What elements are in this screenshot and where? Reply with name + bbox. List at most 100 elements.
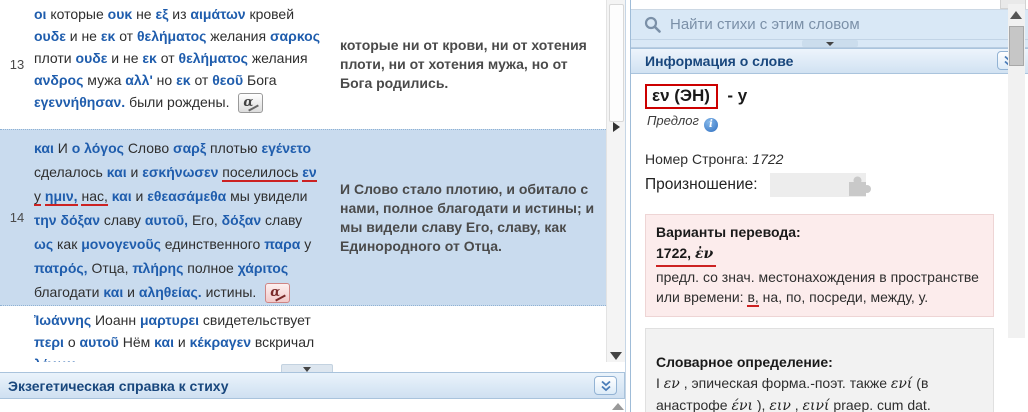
greek-word[interactable]: περι bbox=[34, 334, 64, 350]
greek-word[interactable]: εκ bbox=[101, 28, 115, 44]
scrollbar-up-arrow-icon[interactable] bbox=[1010, 11, 1022, 19]
greek-word[interactable]: θελήματος bbox=[137, 28, 206, 44]
greek-term: εν bbox=[664, 376, 680, 392]
russian-gloss: от bbox=[119, 28, 133, 44]
scrollbar-thumb[interactable] bbox=[609, 4, 624, 122]
greek-word[interactable]: και bbox=[112, 188, 132, 204]
russian-gloss: мы увидели bbox=[230, 188, 307, 204]
translation-text: И Слово стало плотию, и обитало с нами, … bbox=[326, 130, 606, 305]
greek-word[interactable]: την δόξαν bbox=[34, 212, 100, 228]
russian-gloss: славу bbox=[265, 212, 302, 228]
info-icon[interactable]: i bbox=[704, 118, 718, 132]
greek-word[interactable]: εγένετο bbox=[261, 140, 311, 156]
translation-variants-box: Варианты перевода: 1722, ἐν предл. со зн… bbox=[645, 214, 994, 317]
greek-word[interactable]: χάριτος bbox=[238, 260, 288, 276]
greek-word[interactable]: θεοῦ bbox=[212, 72, 243, 88]
strongs-number-row: Номер Стронга:1722 bbox=[645, 151, 994, 167]
greek-word[interactable]: ουκ bbox=[108, 6, 133, 22]
russian-gloss: истины. bbox=[206, 284, 257, 300]
greek-word[interactable]: ως bbox=[34, 236, 53, 252]
greek-word[interactable]: και bbox=[107, 164, 127, 180]
right-scrollbar[interactable] bbox=[1008, 4, 1025, 338]
selected-word-box: εν (ЭН) bbox=[645, 84, 718, 109]
greek-word[interactable]: αυτοῦ, bbox=[145, 212, 188, 228]
greek-word[interactable]: ο λόγος bbox=[72, 140, 124, 156]
russian-gloss: Слово bbox=[128, 140, 169, 156]
greek-word[interactable]: ανδρος bbox=[34, 72, 83, 88]
greek-word[interactable]: οι bbox=[34, 6, 46, 22]
russian-gloss: не bbox=[136, 6, 152, 22]
greek-word[interactable]: ουδε bbox=[76, 50, 108, 66]
text-segment: ), bbox=[753, 397, 769, 412]
greek-word[interactable]: δόξαν bbox=[222, 212, 262, 228]
translation-text: которые ни от крови, ни от хотения плоти… bbox=[326, 0, 606, 129]
text-segment: на, по, посреди, между, у. bbox=[759, 289, 928, 305]
strongs-number-label: Номер Стронга: bbox=[645, 151, 748, 167]
interlinear-alpha-button[interactable]: α bbox=[238, 93, 263, 113]
interlinear-alpha-button[interactable]: α bbox=[265, 283, 290, 303]
word-info-pane: Найти стихи с этим словом Информация о с… bbox=[631, 0, 1028, 412]
greek-word[interactable]: παρα bbox=[264, 236, 300, 252]
greek-word[interactable]: πατρός, bbox=[34, 260, 88, 276]
greek-word[interactable]: και bbox=[154, 334, 174, 350]
russian-gloss: И bbox=[58, 140, 68, 156]
greek-word[interactable]: εσκήνωσεν bbox=[142, 164, 218, 180]
greek-word[interactable]: ουδε bbox=[34, 28, 66, 44]
greek-word[interactable]: σαρξ bbox=[173, 140, 206, 156]
scrollbar-down-arrow-icon[interactable] bbox=[610, 352, 622, 360]
russian-gloss: и bbox=[178, 334, 186, 350]
greek-word[interactable]: μαρτυρει bbox=[140, 312, 199, 328]
greek-term: εινί bbox=[803, 398, 830, 412]
greek-word[interactable]: εκ bbox=[142, 50, 156, 66]
greek-word[interactable]: εν bbox=[302, 164, 316, 182]
splitter-arrow-icon[interactable] bbox=[613, 122, 620, 132]
greek-word[interactable]: και bbox=[34, 140, 54, 156]
russian-gloss: были рождены. bbox=[129, 94, 229, 110]
greek-word[interactable]: εγεννήθησαν. bbox=[34, 94, 125, 110]
russian-gloss: Нём bbox=[123, 334, 151, 350]
exegetical-collapse-button[interactable] bbox=[594, 376, 617, 395]
dictionary-heading: Словарное определение: bbox=[656, 352, 983, 373]
greek-word[interactable]: εκ bbox=[176, 72, 190, 88]
greek-word[interactable]: θελήματος bbox=[179, 50, 248, 66]
greek-word[interactable]: εξ bbox=[156, 6, 169, 22]
scrollbar-thumb[interactable] bbox=[1009, 26, 1024, 66]
greek-word[interactable]: αλλ' bbox=[125, 72, 153, 88]
russian-gloss: нас, bbox=[81, 188, 107, 206]
verse-number bbox=[0, 306, 34, 362]
greek-word[interactable]: ημιν, bbox=[45, 188, 78, 206]
variants-heading: Варианты перевода: bbox=[656, 222, 983, 242]
scrollbar-up-arrow-icon[interactable] bbox=[612, 403, 624, 410]
greek-word[interactable]: αυτοῦ bbox=[80, 334, 119, 350]
dictionary-box: Словарное определение: I εν , эпическая … bbox=[645, 328, 994, 412]
lemma: 1722, ἐν bbox=[656, 243, 716, 267]
greek-word[interactable]: κέκραγεν bbox=[190, 334, 251, 350]
greek-word[interactable]: μονογενοῦς bbox=[81, 236, 161, 252]
left-scrollbar[interactable] bbox=[606, 0, 626, 368]
russian-gloss: но bbox=[157, 72, 173, 88]
russian-gloss: у bbox=[34, 188, 41, 206]
strongs-number-value: 1722 bbox=[752, 151, 783, 167]
russian-gloss: вскричал bbox=[255, 334, 314, 350]
greek-word[interactable]: εθεασάμεθα bbox=[147, 188, 226, 204]
russian-gloss: которые bbox=[50, 6, 103, 22]
search-bar[interactable]: Найти стихи с этим словом bbox=[631, 10, 1028, 40]
russian-gloss: и не bbox=[111, 50, 138, 66]
pronunciation-placeholder[interactable] bbox=[770, 173, 866, 197]
greek-word[interactable]: πλήρης bbox=[132, 260, 183, 276]
exegetical-panel-header[interactable]: Экзегетическая справка к стиху bbox=[0, 372, 625, 399]
greek-word[interactable]: αιμάτων bbox=[190, 6, 245, 22]
collapse-handle[interactable] bbox=[802, 40, 858, 47]
word-info-header: Информация о слове bbox=[631, 48, 1028, 74]
verse-number: 14 bbox=[0, 130, 34, 305]
text-segment: , bbox=[791, 397, 803, 412]
russian-gloss: поселилось bbox=[222, 164, 298, 182]
greek-word[interactable]: Ἰωάννης bbox=[34, 312, 91, 328]
word-info-content: εν (ЭН) - у Предлогi Номер Стронга:1722 … bbox=[631, 74, 1028, 412]
russian-gloss: и bbox=[136, 188, 144, 204]
greek-word[interactable]: αληθείας. bbox=[139, 284, 202, 300]
greek-word[interactable]: σαρκος bbox=[270, 28, 320, 44]
russian-gloss: плоти bbox=[34, 50, 72, 66]
greek-word[interactable]: και bbox=[103, 284, 123, 300]
russian-gloss: как bbox=[57, 236, 77, 252]
